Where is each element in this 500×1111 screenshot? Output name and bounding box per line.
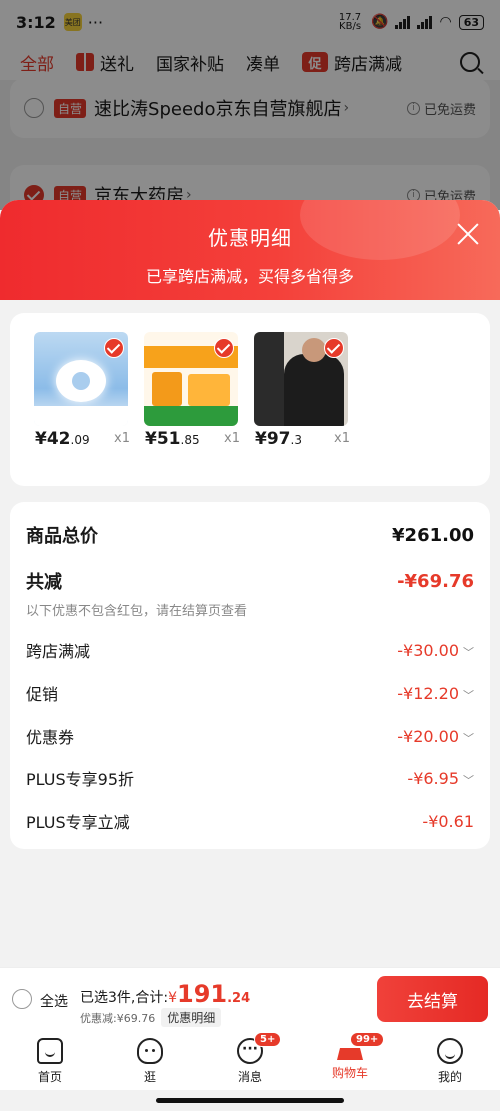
nav-browse[interactable]: 逛: [100, 1030, 200, 1090]
cart-badge: 99+: [350, 1032, 385, 1047]
chevron-down-icon: ﹀: [463, 731, 474, 745]
select-all-checkbox[interactable]: [12, 989, 32, 1009]
nav-messages[interactable]: 消息 5+: [200, 1030, 300, 1090]
product-image: [254, 332, 348, 426]
price-breakdown: 商品总价 ¥261.00 共减 -¥69.76 以下优惠不包含红包，请在结算页查…: [10, 502, 490, 849]
chevron-down-icon: ﹀: [463, 688, 474, 702]
discount-detail-sheet: 优惠明细 已享跨店满减，买得多省得多 ¥42.09 x1 ¥51.85 x1 ¥…: [0, 200, 500, 967]
browse-icon: [137, 1038, 163, 1064]
product-image: [34, 332, 128, 426]
message-badge: 5+: [254, 1032, 282, 1047]
chevron-down-icon: ﹀: [463, 773, 474, 787]
product-price: ¥42.09: [35, 429, 90, 449]
discount-line[interactable]: 优惠券 -¥20.00 ﹀: [26, 724, 474, 748]
product-item[interactable]: [34, 332, 128, 426]
total-row: 商品总价 ¥261.00: [26, 522, 474, 548]
nav-home[interactable]: 首页: [0, 1030, 100, 1090]
product-item[interactable]: [144, 332, 238, 426]
nav-cart[interactable]: 购物车 99+: [300, 1030, 400, 1090]
total-value: ¥261.00: [392, 524, 474, 546]
product-price: ¥97.3: [255, 429, 302, 449]
chevron-down-icon: ﹀: [463, 645, 474, 659]
product-qty: x1: [334, 431, 350, 446]
product-image: [144, 332, 238, 426]
sheet-title: 优惠明细: [208, 226, 292, 250]
discount-summary: 优惠减:¥69.76 优惠明细: [80, 1008, 222, 1027]
discount-line: PLUS专享立减 -¥0.61: [26, 811, 474, 833]
close-icon[interactable]: [456, 222, 480, 246]
product-qty: x1: [114, 431, 130, 446]
discount-line[interactable]: PLUS专享95折 -¥6.95 ﹀: [26, 766, 474, 790]
product-price: ¥51.85: [145, 429, 200, 449]
nav-profile[interactable]: 我的: [400, 1030, 500, 1090]
checkout-bar: 全选 已选3件,合计:¥191.24 优惠减:¥69.76 优惠明细 去结算: [0, 967, 500, 1030]
check-icon: [214, 338, 234, 358]
home-icon: [37, 1038, 63, 1064]
sheet-header: 优惠明细 已享跨店满减，买得多省得多: [0, 200, 500, 300]
product-qty: x1: [224, 431, 240, 446]
check-icon: [104, 338, 124, 358]
product-item[interactable]: [254, 332, 348, 426]
reduce-label: 共减: [26, 572, 62, 593]
reduce-row: 共减 -¥69.76: [26, 568, 474, 594]
home-indicator[interactable]: [156, 1098, 344, 1103]
checkout-button[interactable]: 去结算: [377, 976, 488, 1022]
selected-summary: 已选3件,合计:¥191.24: [80, 980, 251, 1008]
reduce-value: -¥69.76: [397, 570, 474, 592]
discount-note: 以下优惠不包含红包，请在结算页查看: [26, 604, 248, 619]
total-amount: 191: [177, 980, 228, 1008]
modal-overlay[interactable]: [0, 0, 500, 210]
discount-detail-button[interactable]: 优惠明细: [161, 1008, 222, 1027]
discount-line[interactable]: 促销 -¥12.20 ﹀: [26, 681, 474, 705]
bottom-nav: 首页 逛 消息 5+ 购物车 99+ 我的: [0, 1030, 500, 1090]
discount-line[interactable]: 跨店满减 -¥30.00 ﹀: [26, 638, 474, 662]
select-all-label[interactable]: 全选: [40, 991, 68, 1011]
product-list: ¥42.09 x1 ¥51.85 x1 ¥97.3 x1: [10, 313, 490, 486]
total-label: 商品总价: [26, 526, 98, 547]
profile-icon: [437, 1038, 463, 1064]
sheet-subtitle: 已享跨店满减，买得多省得多: [145, 267, 354, 286]
check-icon: [324, 338, 344, 358]
